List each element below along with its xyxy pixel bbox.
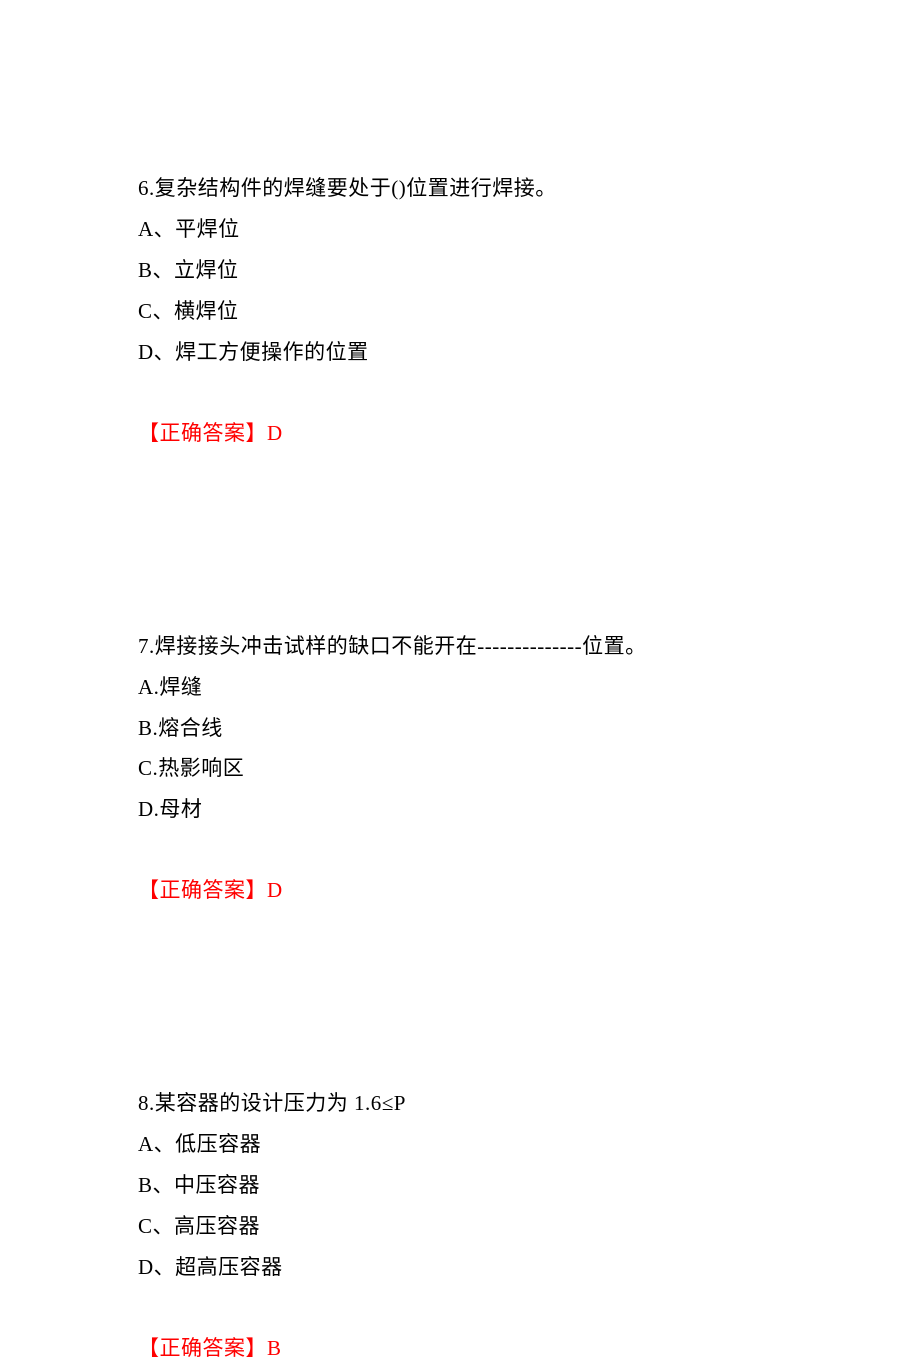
answer-value: D <box>267 878 283 902</box>
option-d: D、焊工方便操作的位置 <box>138 332 800 373</box>
question-number: 8. <box>138 1091 155 1115</box>
option-c: C.热影响区 <box>138 748 800 789</box>
option-a: A.焊缝 <box>138 667 800 708</box>
spacer <box>138 983 800 1083</box>
spacer <box>138 526 800 626</box>
correct-answer: 【正确答案】D <box>138 413 800 454</box>
answer-label: 【正确答案】 <box>138 878 267 902</box>
question-body: 某容器的设计压力为 1.6≤P <box>155 1091 406 1115</box>
answer-value: B <box>267 1336 282 1360</box>
question-text: 8.某容器的设计压力为 1.6≤P <box>138 1083 800 1124</box>
option-a: A、低压容器 <box>138 1124 800 1165</box>
option-b: B、立焊位 <box>138 250 800 291</box>
question-number: 7. <box>138 634 155 658</box>
question-block-6: 6.复杂结构件的焊缝要处于()位置进行焊接。 A、平焊位 B、立焊位 C、横焊位… <box>138 168 800 454</box>
option-b: B.熔合线 <box>138 708 800 749</box>
question-number: 6. <box>138 176 155 200</box>
question-body: 焊接接头冲击试样的缺口不能开在--------------位置。 <box>155 634 647 658</box>
correct-answer: 【正确答案】D <box>138 870 800 911</box>
option-b: B、中压容器 <box>138 1165 800 1206</box>
option-c: C、高压容器 <box>138 1206 800 1247</box>
question-text: 6.复杂结构件的焊缝要处于()位置进行焊接。 <box>138 168 800 209</box>
answer-value: D <box>267 421 283 445</box>
option-d: D、超高压容器 <box>138 1247 800 1288</box>
option-d: D.母材 <box>138 789 800 830</box>
question-body: 复杂结构件的焊缝要处于()位置进行焊接。 <box>155 176 557 200</box>
question-text: 7.焊接接头冲击试样的缺口不能开在--------------位置。 <box>138 626 800 667</box>
option-c: C、横焊位 <box>138 291 800 332</box>
question-block-7: 7.焊接接头冲击试样的缺口不能开在--------------位置。 A.焊缝 … <box>138 626 800 912</box>
option-a: A、平焊位 <box>138 209 800 250</box>
question-block-8: 8.某容器的设计压力为 1.6≤P A、低压容器 B、中压容器 C、高压容器 D… <box>138 1083 800 1369</box>
answer-label: 【正确答案】 <box>138 1336 267 1360</box>
correct-answer: 【正确答案】B <box>138 1328 800 1369</box>
answer-label: 【正确答案】 <box>138 421 267 445</box>
